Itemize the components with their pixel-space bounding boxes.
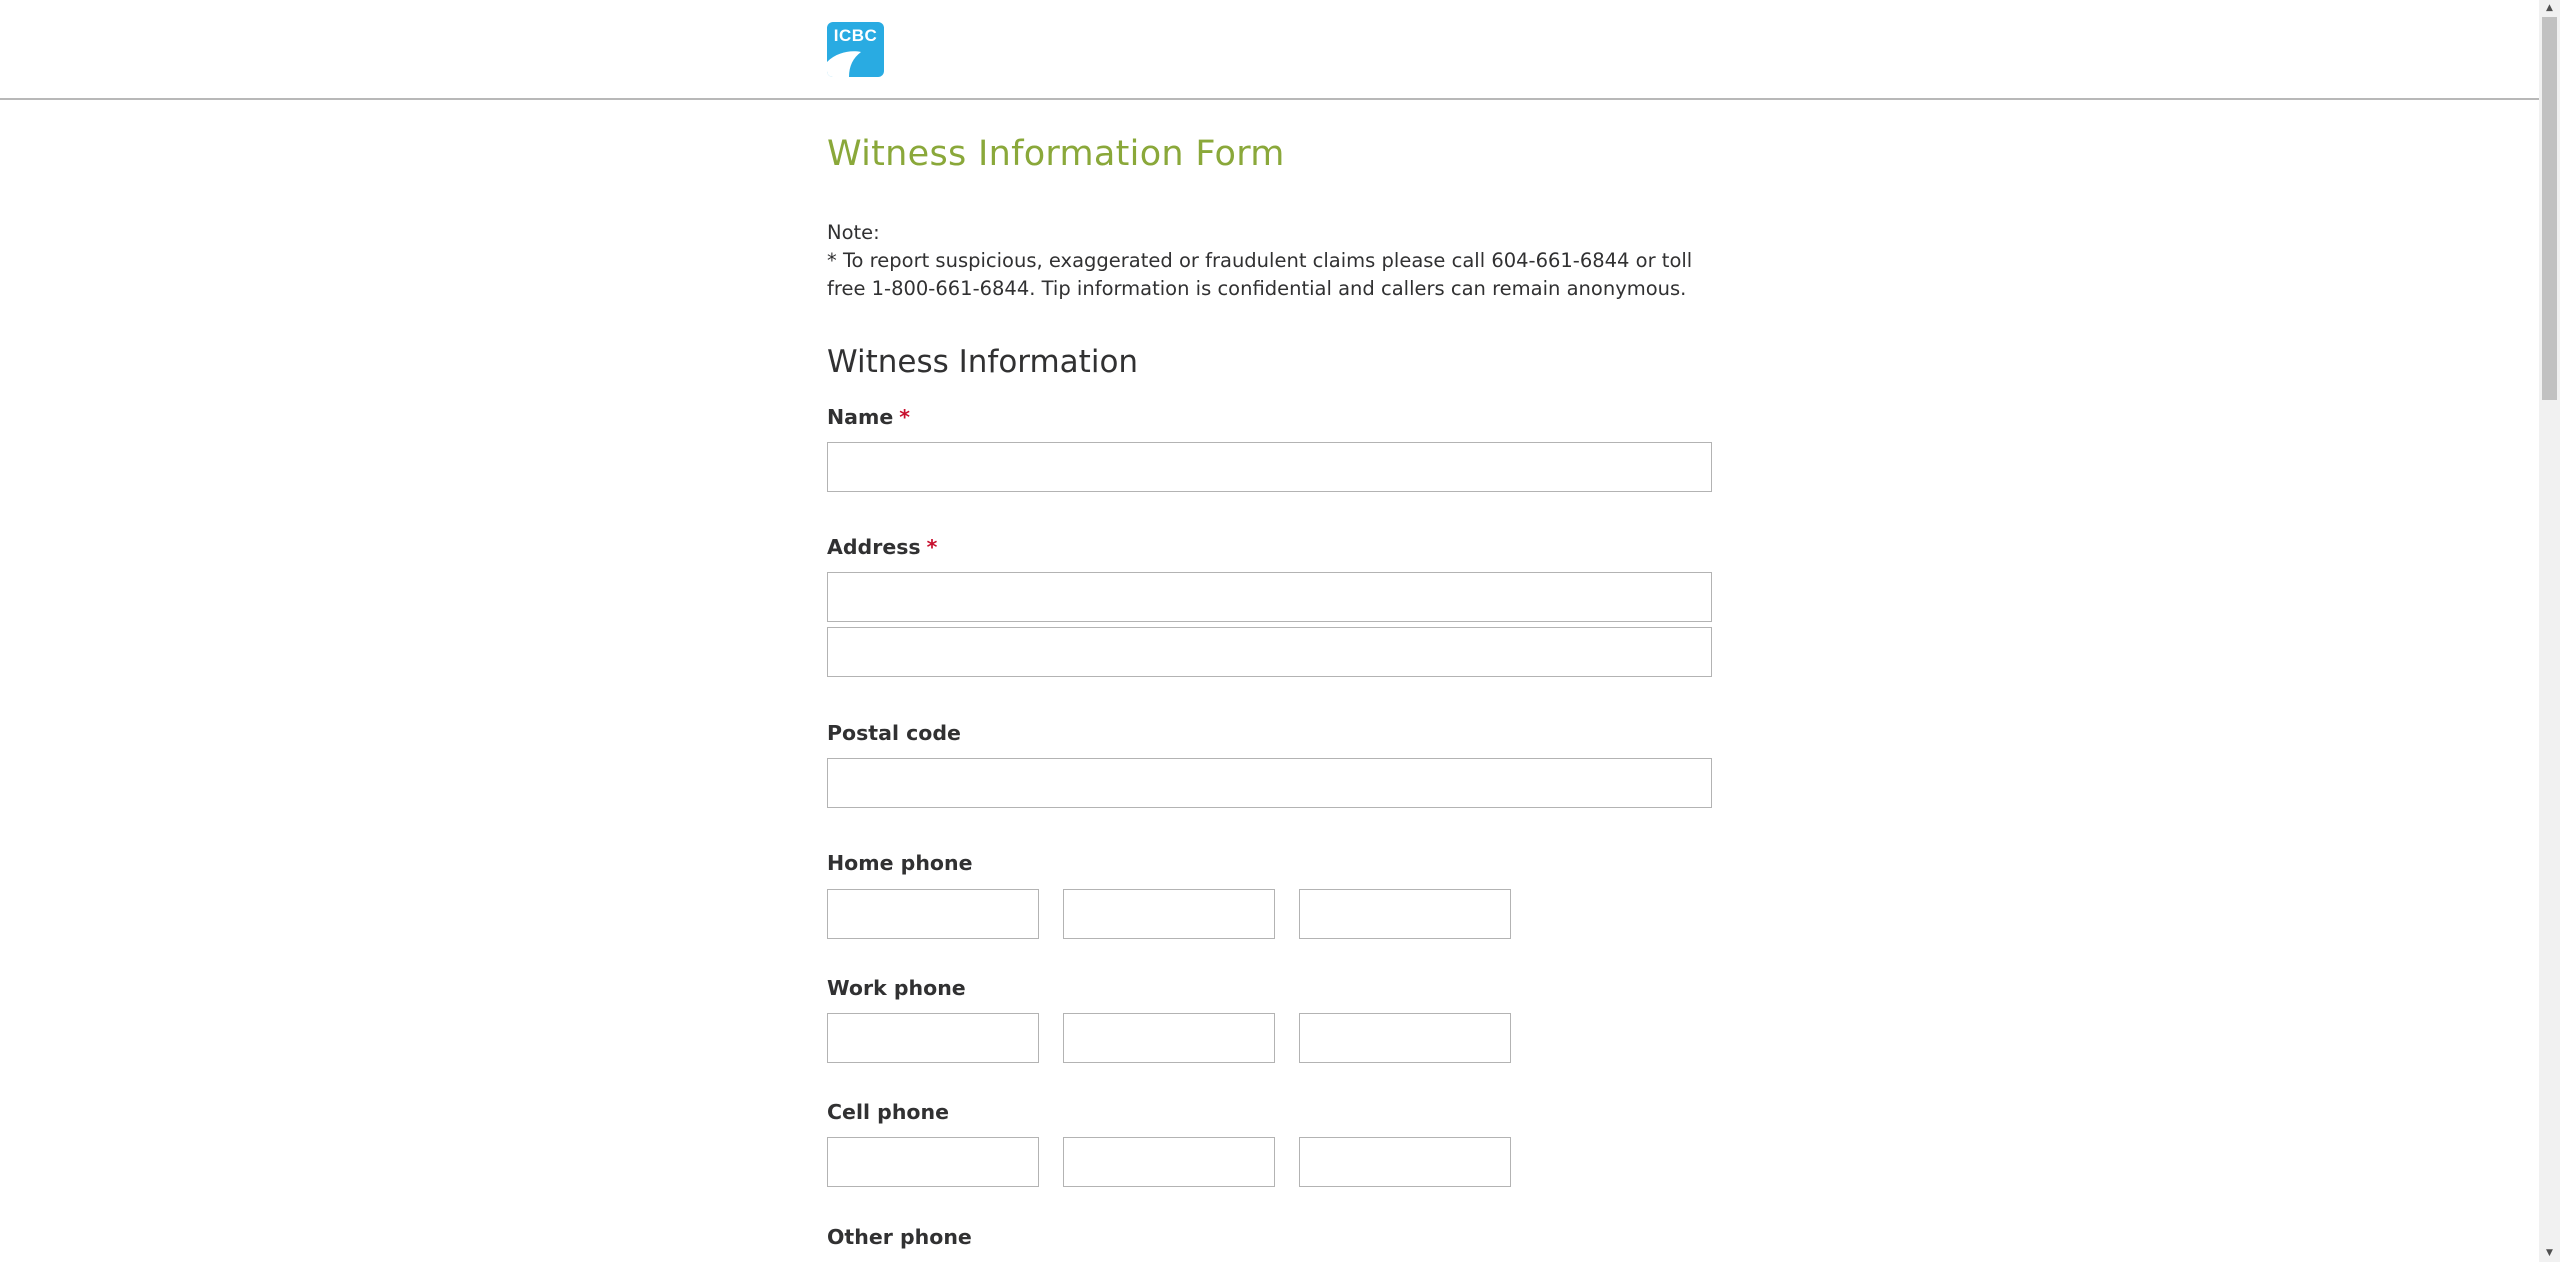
cell-phone-line-input[interactable] [1299, 1137, 1511, 1187]
address-line1-input[interactable] [827, 572, 1712, 622]
cell-phone-label: Cell phone [827, 1100, 949, 1124]
name-label-text: Name [827, 405, 894, 429]
arrow-down-icon[interactable]: ▼ [2539, 1245, 2560, 1262]
home-phone-area-input[interactable] [827, 889, 1039, 939]
vertical-scrollbar[interactable]: ▲ ▼ [2539, 0, 2560, 1262]
required-marker: * [926, 535, 938, 559]
name-input[interactable] [827, 442, 1712, 492]
logo-text: ICBC [833, 26, 878, 45]
home-phone-line-input[interactable] [1299, 889, 1511, 939]
name-label: Name * [827, 405, 910, 429]
section-title: Witness Information [827, 344, 1139, 380]
arrow-up-icon[interactable]: ▲ [2539, 0, 2560, 17]
icbc-logo[interactable]: ICBC [827, 22, 884, 77]
home-phone-prefix-input[interactable] [1063, 889, 1275, 939]
postal-code-label: Postal code [827, 721, 961, 745]
scrollbar-thumb[interactable] [2542, 17, 2557, 400]
page-title: Witness Information Form [827, 134, 1285, 174]
note-label: Note: [827, 221, 880, 244]
note-text: * To report suspicious, exaggerated or f… [827, 249, 1693, 300]
home-phone-label: Home phone [827, 851, 973, 875]
work-phone-line-input[interactable] [1299, 1013, 1511, 1063]
cell-phone-prefix-input[interactable] [1063, 1137, 1275, 1187]
required-marker: * [899, 405, 910, 429]
work-phone-label: Work phone [827, 976, 966, 1000]
address-line2-input[interactable] [827, 627, 1712, 677]
other-phone-label: Other phone [827, 1225, 972, 1249]
work-phone-prefix-input[interactable] [1063, 1013, 1275, 1063]
cell-phone-area-input[interactable] [827, 1137, 1039, 1187]
address-label-text: Address [827, 535, 921, 559]
postal-code-input[interactable] [827, 758, 1712, 808]
work-phone-area-input[interactable] [827, 1013, 1039, 1063]
site-header: ICBC [0, 0, 2539, 100]
fraud-note: Note: * To report suspicious, exaggerate… [827, 219, 1717, 303]
address-label: Address * [827, 535, 937, 559]
